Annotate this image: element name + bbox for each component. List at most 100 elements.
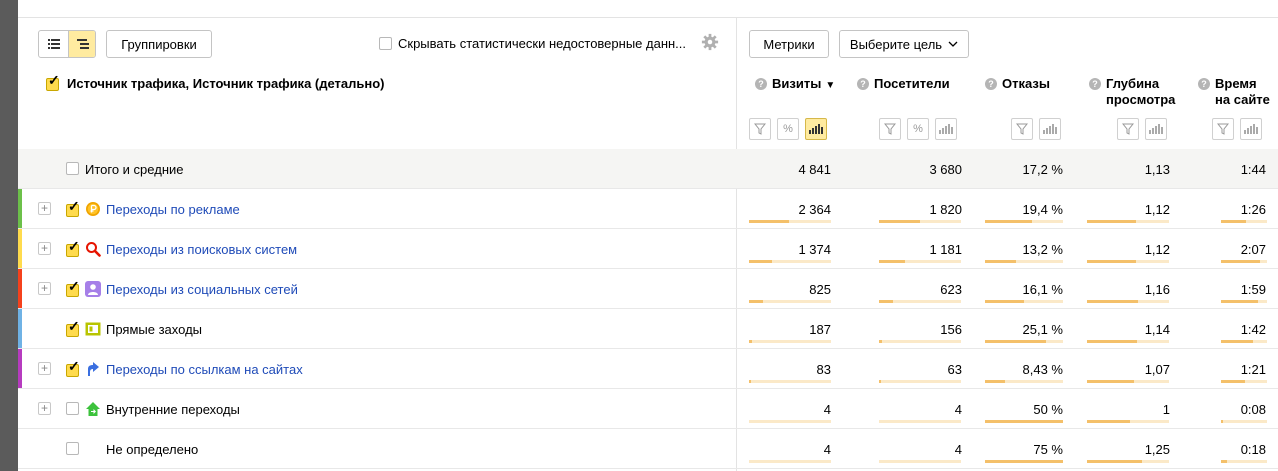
filter-button[interactable] [879,118,901,140]
report-panel: Группировки Скрывать статистически недос… [18,0,1278,471]
filter-button[interactable] [1212,118,1234,140]
value-bar-fill [985,220,1032,223]
row-checkbox[interactable]: ✓ [66,359,81,377]
tree-icon [77,39,89,49]
source-color-marker [18,189,22,228]
expand-button[interactable]: + [38,362,51,375]
column-header-depth[interactable]: ? Глубина просмотра [1089,76,1175,108]
list-view-button[interactable] [39,31,68,57]
visitors-tools: % [879,118,957,140]
row-label: Не определено [106,442,199,457]
value-bar-track [879,380,961,383]
expand-button[interactable]: + [38,282,51,295]
help-icon[interactable]: ? [1089,78,1101,90]
cell-depth: 1 [1162,402,1170,417]
column-header-bounce[interactable]: ? Отказы [985,76,1050,92]
cell-depth: 1,12 [1144,242,1170,257]
value-bar-track [1221,420,1267,423]
goal-select[interactable]: Выберите цель [839,30,969,58]
column-header-visitors[interactable]: ? Посетители [857,76,950,92]
cell-bounce: 25,1 % [1022,322,1063,337]
row-label[interactable]: Переходы по рекламе [106,202,240,217]
cell-visitors: 3 680 [929,162,962,177]
cell-visitors: 623 [940,282,962,297]
cell-time: 1:42 [1240,322,1266,337]
value-bar-track [1221,300,1267,303]
bar-chart-button[interactable] [805,118,827,140]
chevron-down-icon [948,41,958,47]
cell-visitors: 4 [954,402,962,417]
value-bar-fill [1087,300,1138,303]
row-label[interactable]: Переходы по ссылкам на сайтах [106,362,303,377]
cell-bounce: 50 % [1033,402,1063,417]
filter-button[interactable] [1117,118,1139,140]
cell-bounce: 13,2 % [1022,242,1063,257]
row-checkbox[interactable]: ✓ [66,279,81,297]
cell-visitors: 63 [947,362,962,377]
value-bar-track [749,380,831,383]
cell-visitors: 1 181 [929,242,962,257]
cell-depth: 1,14 [1144,322,1170,337]
dimension-title[interactable]: Источник трафика, Источник трафика (дета… [67,76,385,91]
value-bar-track [1087,340,1169,343]
table-row: + ✓ Переходы из поисковых систем 1 374 1 181… [18,229,1278,269]
hide-unreliable-toggle[interactable]: Скрывать статистически недостоверные дан… [379,36,686,51]
metrics-button[interactable]: Метрики [749,30,829,58]
expand-button[interactable]: + [38,242,51,255]
bar-chart-icon [809,124,823,134]
cell-depth: 1,07 [1144,362,1170,377]
row-checkbox[interactable] [66,162,79,175]
help-icon[interactable]: ? [857,78,869,90]
gear-icon[interactable] [701,33,719,51]
table-row: + ✓ Переходы по рекламе 2 364 1 820 19,4 % 1,1… [18,189,1278,229]
row-checkbox[interactable] [66,402,79,415]
value-bar-fill [879,340,882,343]
row-label[interactable]: Переходы из поисковых систем [106,242,297,257]
row-label[interactable]: Переходы из социальных сетей [106,282,298,297]
depth-tools [1117,118,1167,140]
help-icon[interactable]: ? [1198,78,1210,90]
help-icon[interactable]: ? [755,78,767,90]
row-checkbox[interactable]: ✓ [66,319,81,337]
value-bar-track [1087,300,1169,303]
cell-time: 1:21 [1240,362,1266,377]
groupings-button[interactable]: Группировки [106,30,212,58]
value-bar-track [985,380,1063,383]
cell-visits: 1 374 [798,242,831,257]
bar-chart-button[interactable] [1240,118,1262,140]
bounce-tools [1011,118,1061,140]
hide-unreliable-checkbox[interactable] [379,37,392,50]
cell-bounce: 75 % [1033,442,1063,457]
filter-button[interactable] [749,118,771,140]
percent-button[interactable]: % [907,118,929,140]
filter-button[interactable] [1011,118,1033,140]
column-title-visits: Визиты [772,76,822,91]
select-all-checkbox[interactable]: ✓ [46,73,61,91]
value-bar-fill [985,420,1063,423]
cell-bounce: 19,4 % [1022,202,1063,217]
row-checkbox[interactable]: ✓ [66,199,81,217]
coin-icon [85,201,101,217]
value-bar-track [1087,380,1169,383]
table-row: + Внутренние переходы 4 4 50 % 1 0:08 [18,389,1278,429]
expand-button[interactable]: + [38,202,51,215]
table-row: Не определено 4 4 75 % 1,25 0:18 [18,429,1278,469]
column-header-visits[interactable]: ? Визиты ▼ [755,76,835,94]
goal-select-label: Выберите цель [849,36,943,52]
column-header-time[interactable]: ? Время на сайте [1198,76,1270,108]
row-checkbox[interactable]: ✓ [66,239,81,257]
help-icon[interactable]: ? [985,78,997,90]
bar-chart-button[interactable] [1145,118,1167,140]
percent-button[interactable]: % [777,118,799,140]
expand-button[interactable]: + [38,402,51,415]
value-bar-fill [1087,220,1136,223]
value-bar-track [1087,220,1169,223]
row-checkbox[interactable] [66,442,79,455]
value-bar-track [749,420,831,423]
column-title-depth-line2: просмотра [1106,92,1176,107]
value-bar-fill [1221,460,1227,463]
cell-time: 0:18 [1240,442,1266,457]
bar-chart-button[interactable] [1039,118,1061,140]
bar-chart-button[interactable] [935,118,957,140]
tree-view-button[interactable] [68,31,95,57]
